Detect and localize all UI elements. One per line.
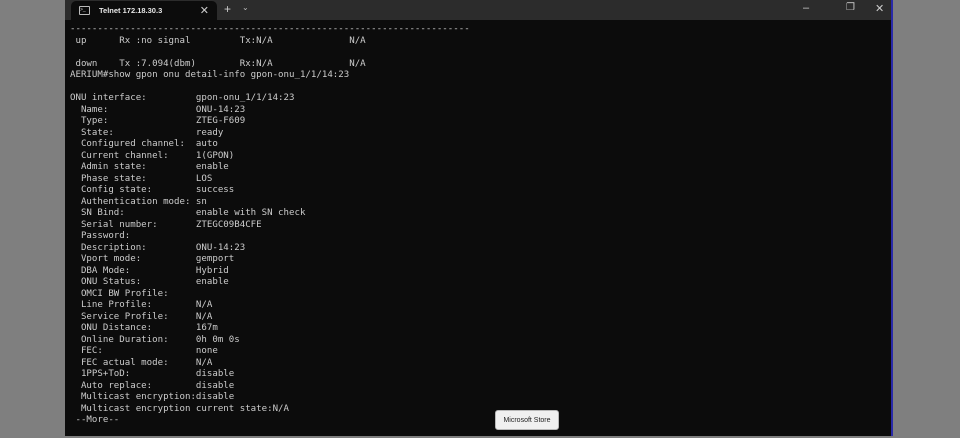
terminal-line: Multicast encryption:disable: [70, 392, 235, 402]
terminal-line: ONU Status: enable: [70, 277, 229, 287]
terminal-line: State: ready: [70, 127, 224, 138]
tab-dropdown-chevron-icon[interactable]: ⌄: [242, 3, 249, 12]
close-button[interactable]: ✕: [875, 2, 884, 15]
terminal-line: DBA Mode: Hybrid: [70, 265, 229, 276]
terminal-line: down Tx :7.094(dbm) Rx:N/A N/A: [70, 58, 366, 69]
terminal-line: Phase state: LOS: [70, 173, 213, 184]
terminal-line: Online Duration: 0h 0m 0s: [70, 334, 240, 345]
terminal-line: AERIUM#show gpon onu detail-info gpon-on…: [70, 70, 350, 80]
new-tab-button[interactable]: +: [224, 2, 231, 16]
minimize-button[interactable]: –: [803, 2, 809, 14]
terminal-line: Vport mode: gemport: [70, 254, 235, 264]
terminal-line: FEC actual mode: N/A: [70, 357, 213, 368]
terminal-line: Password:: [70, 231, 131, 241]
terminal-line: ONU Distance: 167m: [70, 323, 218, 333]
title-bar: >_ Telnet 172.18.30.3 ✕ + ⌄ – ❐ ✕: [65, 0, 891, 20]
terminal-line: SN Bind: enable with SN check: [70, 208, 306, 218]
taskbar-tooltip: Microsoft Store: [495, 410, 559, 430]
tab-title: Telnet 172.18.30.3: [99, 6, 163, 15]
terminal-line: Authentication mode: sn: [70, 196, 207, 207]
terminal-icon: >_: [79, 6, 90, 15]
tab-telnet[interactable]: >_ Telnet 172.18.30.3 ✕: [71, 1, 217, 20]
terminal-line: ----------------------------------------…: [70, 24, 470, 34]
terminal-line: FEC: none: [70, 346, 218, 356]
terminal-window: >_ Telnet 172.18.30.3 ✕ + ⌄ – ❐ ✕ ------…: [65, 0, 893, 436]
terminal-line: Name: ONU-14:23: [70, 104, 246, 115]
terminal-line: Multicast encryption current state:N/A: [70, 403, 289, 414]
terminal-line: ONU interface: gpon-onu_1/1/14:23: [70, 93, 295, 103]
terminal-line: Serial number: ZTEGC09B4CFE: [70, 219, 262, 230]
terminal-line: Line Profile: N/A: [70, 300, 213, 310]
terminal-line: 1PPS+ToD: disable: [70, 369, 235, 379]
terminal-line: Description: ONU-14:23: [70, 242, 246, 253]
terminal-line: Admin state: enable: [70, 162, 229, 172]
terminal-line: Service Profile: N/A: [70, 311, 213, 322]
terminal-line: Auto replace: disable: [70, 380, 235, 391]
terminal-line: up Rx :no signal Tx:N/A N/A: [70, 35, 366, 46]
tab-close-icon[interactable]: ✕: [200, 4, 209, 17]
terminal-line: --More--: [70, 415, 120, 425]
terminal-line: Config state: success: [70, 185, 235, 195]
terminal-output[interactable]: ----------------------------------------…: [70, 24, 470, 427]
restore-button[interactable]: ❐: [846, 2, 855, 13]
terminal-line: Current channel: 1(GPON): [70, 150, 235, 161]
terminal-line: OMCI BW Profile:: [70, 288, 169, 299]
terminal-line: Type: ZTEG-F609: [70, 116, 246, 126]
terminal-line: Configured channel: auto: [70, 139, 218, 149]
